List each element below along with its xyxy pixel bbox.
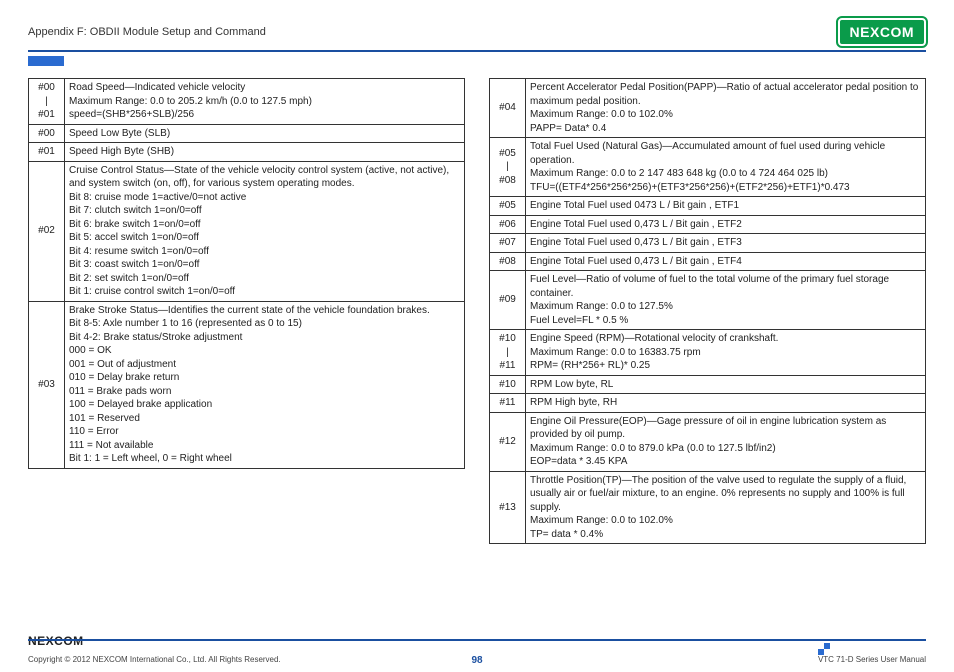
table-row: #08Engine Total Fuel used 0,473 L / Bit … (490, 252, 926, 271)
table-row: #11RPM High byte, RH (490, 394, 926, 413)
row-description: Speed High Byte (SHB) (65, 143, 465, 162)
row-description: Engine Total Fuel used 0,473 L / Bit gai… (526, 215, 926, 234)
table-row: #03Brake Stroke Status—Identifies the cu… (29, 301, 465, 468)
row-code: #11 (490, 394, 526, 413)
row-description: Engine Total Fuel used 0,473 L / Bit gai… (526, 234, 926, 253)
row-code: #02 (29, 161, 65, 301)
row-description: Throttle Position(TP)—The position of th… (526, 471, 926, 544)
row-code: #06 (490, 215, 526, 234)
table-row: #01Speed High Byte (SHB) (29, 143, 465, 162)
table-row: #13Throttle Position(TP)—The position of… (490, 471, 926, 544)
row-description: Total Fuel Used (Natural Gas)—Accumulate… (526, 138, 926, 197)
row-code: #01 (29, 143, 65, 162)
row-code: #13 (490, 471, 526, 544)
row-code: #09 (490, 271, 526, 330)
page-number: 98 (471, 655, 482, 666)
row-description: RPM Low byte, RL (526, 375, 926, 394)
row-description: Brake Stroke Status—Identifies the curre… (65, 301, 465, 468)
row-code: #10 (490, 375, 526, 394)
table-row: #07Engine Total Fuel used 0,473 L / Bit … (490, 234, 926, 253)
row-code: #12 (490, 412, 526, 471)
row-description: Engine Total Fuel used 0473 L / Bit gain… (526, 197, 926, 216)
footer-squares-icon (818, 643, 830, 655)
row-description: RPM High byte, RH (526, 394, 926, 413)
table-row: #02Cruise Control Status—State of the ve… (29, 161, 465, 301)
left-table: #00 | #01Road Speed—Indicated vehicle ve… (28, 78, 465, 469)
row-description: Percent Accelerator Pedal Position(PAPP)… (526, 79, 926, 138)
row-description: Cruise Control Status—State of the vehic… (65, 161, 465, 301)
table-row: #00Speed Low Byte (SLB) (29, 124, 465, 143)
row-code: #03 (29, 301, 65, 468)
table-row: #09Fuel Level—Ratio of volume of fuel to… (490, 271, 926, 330)
row-description: Engine Total Fuel used 0,473 L / Bit gai… (526, 252, 926, 271)
table-row: #05Engine Total Fuel used 0473 L / Bit g… (490, 197, 926, 216)
table-row: #10RPM Low byte, RL (490, 375, 926, 394)
row-code: #05 (490, 197, 526, 216)
copyright-text: Copyright © 2012 NEXCOM International Co… (28, 655, 281, 664)
content-columns: #00 | #01Road Speed—Indicated vehicle ve… (28, 78, 926, 544)
row-code: #04 (490, 79, 526, 138)
row-description: Engine Speed (RPM)—Rotational velocity o… (526, 330, 926, 376)
right-table: #04Percent Accelerator Pedal Position(PA… (489, 78, 926, 544)
header-bar: Appendix F: OBDII Module Setup and Comma… (28, 18, 926, 52)
row-code: #05 | #08 (490, 138, 526, 197)
manual-name: VTC 71-D Series User Manual (818, 655, 926, 664)
row-code: #08 (490, 252, 526, 271)
appendix-title: Appendix F: OBDII Module Setup and Comma… (28, 26, 266, 38)
table-row: #04Percent Accelerator Pedal Position(PA… (490, 79, 926, 138)
blue-tab-decoration (28, 56, 64, 66)
table-row: #00 | #01Road Speed—Indicated vehicle ve… (29, 79, 465, 125)
row-description: Road Speed—Indicated vehicle velocity Ma… (65, 79, 465, 125)
row-description: Speed Low Byte (SLB) (65, 124, 465, 143)
row-code: #10 | #11 (490, 330, 526, 376)
nexcom-logo: NEXCOM (838, 18, 926, 46)
table-row: #05 | #08Total Fuel Used (Natural Gas)—A… (490, 138, 926, 197)
row-code: #07 (490, 234, 526, 253)
table-row: #06Engine Total Fuel used 0,473 L / Bit … (490, 215, 926, 234)
table-row: #12Engine Oil Pressure(EOP)—Gage pressur… (490, 412, 926, 471)
table-row: #10 | #11Engine Speed (RPM)—Rotational v… (490, 330, 926, 376)
right-column: #04Percent Accelerator Pedal Position(PA… (489, 78, 926, 544)
row-code: #00 | #01 (29, 79, 65, 125)
row-description: Fuel Level—Ratio of volume of fuel to th… (526, 271, 926, 330)
row-code: #00 (29, 124, 65, 143)
row-description: Engine Oil Pressure(EOP)—Gage pressure o… (526, 412, 926, 471)
left-column: #00 | #01Road Speed—Indicated vehicle ve… (28, 78, 465, 544)
